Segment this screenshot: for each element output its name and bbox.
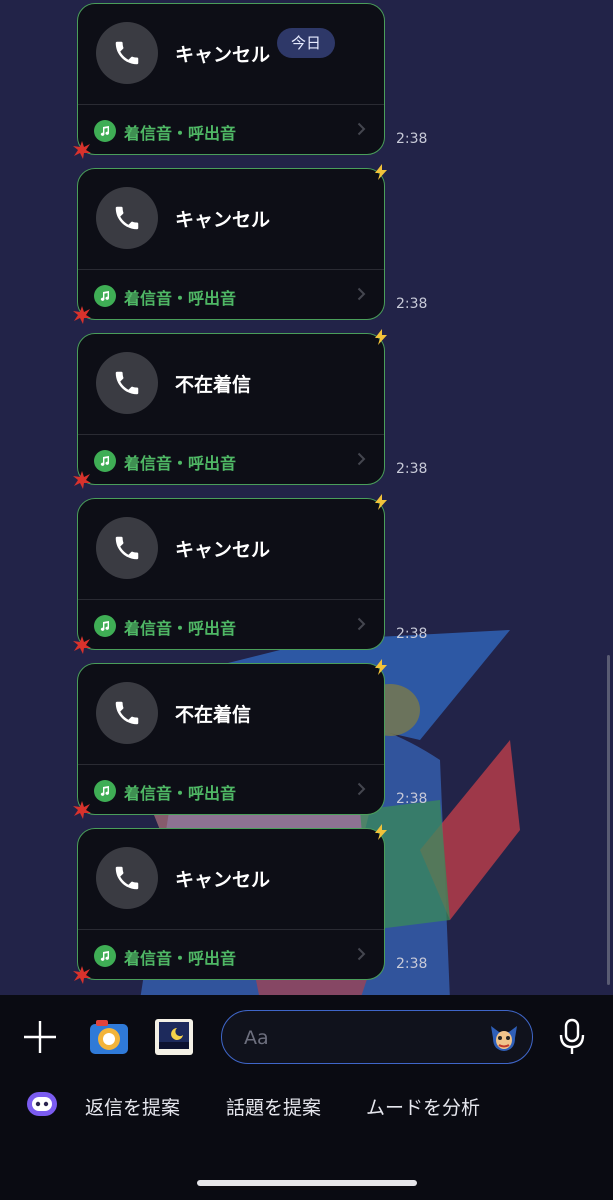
music-note-icon bbox=[94, 285, 116, 307]
music-note-icon bbox=[94, 945, 116, 967]
call-summary[interactable]: キャンセル bbox=[78, 169, 384, 269]
phone-icon bbox=[96, 22, 158, 84]
phone-icon bbox=[96, 517, 158, 579]
home-indicator[interactable] bbox=[197, 1180, 417, 1186]
splat-decoration-icon bbox=[73, 966, 91, 984]
message-input[interactable] bbox=[242, 1011, 486, 1064]
message-time: 2:38 bbox=[396, 131, 428, 147]
music-note-icon bbox=[94, 450, 116, 472]
lightning-decoration-icon bbox=[375, 329, 387, 345]
chevron-right-icon bbox=[357, 122, 366, 136]
message-time: 2:38 bbox=[396, 791, 428, 807]
call-message-card[interactable]: 不在着信 着信音・呼出音 bbox=[73, 329, 387, 489]
camera-icon[interactable] bbox=[87, 1015, 131, 1059]
ringtone-label: 着信音・呼出音 bbox=[124, 289, 237, 308]
lightning-decoration-icon bbox=[375, 824, 387, 840]
call-message-card[interactable]: キャンセル 着信音・呼出音 bbox=[73, 824, 387, 984]
lightning-decoration-icon bbox=[375, 164, 387, 180]
phone-icon bbox=[96, 847, 158, 909]
message-input-box[interactable] bbox=[221, 1010, 533, 1064]
call-status-text: キャンセル bbox=[175, 209, 271, 231]
lightning-decoration-icon bbox=[375, 659, 387, 675]
splat-decoration-icon bbox=[73, 801, 91, 819]
ringtone-link[interactable]: 着信音・呼出音 bbox=[78, 105, 384, 155]
ringtone-label: 着信音・呼出音 bbox=[124, 619, 237, 638]
composer-panel: 返信を提案 話題を提案 ムードを分析 bbox=[0, 995, 613, 1200]
chevron-right-icon bbox=[357, 287, 366, 301]
call-message-card[interactable]: キャンセル 着信音・呼出音 bbox=[73, 3, 385, 159]
ringtone-label: 着信音・呼出音 bbox=[124, 784, 237, 803]
music-note-icon bbox=[94, 615, 116, 637]
phone-icon bbox=[96, 187, 158, 249]
ringtone-link[interactable]: 着信音・呼出音 bbox=[78, 270, 384, 320]
ringtone-link[interactable]: 着信音・呼出音 bbox=[78, 765, 384, 815]
call-status-text: キャンセル bbox=[175, 869, 271, 891]
music-note-icon bbox=[94, 120, 116, 142]
message-time: 2:38 bbox=[396, 956, 428, 972]
call-message-card[interactable]: キャンセル 着信音・呼出音 bbox=[73, 494, 387, 654]
ringtone-link[interactable]: 着信音・呼出音 bbox=[78, 600, 384, 650]
microphone-icon[interactable] bbox=[552, 1017, 592, 1057]
ringtone-link[interactable]: 着信音・呼出音 bbox=[78, 930, 384, 980]
message-time: 2:38 bbox=[396, 461, 428, 477]
ringtone-label: 着信音・呼出音 bbox=[124, 454, 237, 473]
suggest-topic-button[interactable]: 話題を提案 bbox=[226, 1093, 321, 1120]
chevron-right-icon bbox=[357, 452, 366, 466]
phone-icon bbox=[96, 352, 158, 414]
call-status-text: 不在着信 bbox=[175, 374, 252, 396]
call-message-card[interactable]: 不在着信 着信音・呼出音 bbox=[73, 659, 387, 819]
message-time: 2:38 bbox=[396, 626, 428, 642]
sticker-icon[interactable] bbox=[486, 1019, 522, 1055]
call-summary[interactable]: キャンセル bbox=[78, 499, 384, 599]
ai-assistant-icon[interactable] bbox=[25, 1089, 59, 1119]
ringtone-link[interactable]: 着信音・呼出音 bbox=[78, 435, 384, 485]
call-summary[interactable]: キャンセル bbox=[78, 4, 384, 104]
ringtone-label: 着信音・呼出音 bbox=[124, 124, 237, 143]
music-note-icon bbox=[94, 780, 116, 802]
call-status-text: 不在着信 bbox=[175, 704, 252, 726]
splat-decoration-icon bbox=[73, 306, 91, 324]
call-message-card[interactable]: キャンセル 着信音・呼出音 bbox=[73, 164, 387, 324]
chat-area[interactable]: 今日 キャンセル 着信音・呼出音 2:38 キャンセル 着信音・呼出音 2:38… bbox=[0, 0, 613, 995]
splat-decoration-icon bbox=[73, 141, 91, 159]
call-status-text: キャンセル bbox=[175, 539, 271, 561]
splat-decoration-icon bbox=[73, 636, 91, 654]
phone-icon bbox=[96, 682, 158, 744]
chevron-right-icon bbox=[357, 782, 366, 796]
call-summary[interactable]: キャンセル bbox=[78, 829, 384, 929]
analyze-mood-button[interactable]: ムードを分析 bbox=[366, 1093, 480, 1120]
lightning-decoration-icon bbox=[375, 494, 387, 510]
call-summary[interactable]: 不在着信 bbox=[78, 334, 384, 434]
plus-icon[interactable] bbox=[20, 1017, 60, 1057]
suggest-reply-button[interactable]: 返信を提案 bbox=[85, 1093, 180, 1120]
ai-suggestion-row: 返信を提案 話題を提案 ムードを分析 bbox=[0, 1092, 613, 1120]
date-badge: 今日 bbox=[277, 28, 336, 58]
call-status-text: キャンセル bbox=[175, 44, 271, 66]
ringtone-label: 着信音・呼出音 bbox=[124, 949, 237, 968]
chevron-right-icon bbox=[357, 617, 366, 631]
call-summary[interactable]: 不在着信 bbox=[78, 664, 384, 764]
chevron-right-icon bbox=[357, 947, 366, 961]
message-time: 2:38 bbox=[396, 296, 428, 312]
photo-icon[interactable] bbox=[152, 1015, 196, 1059]
scrollbar[interactable] bbox=[607, 655, 610, 985]
splat-decoration-icon bbox=[73, 471, 91, 489]
